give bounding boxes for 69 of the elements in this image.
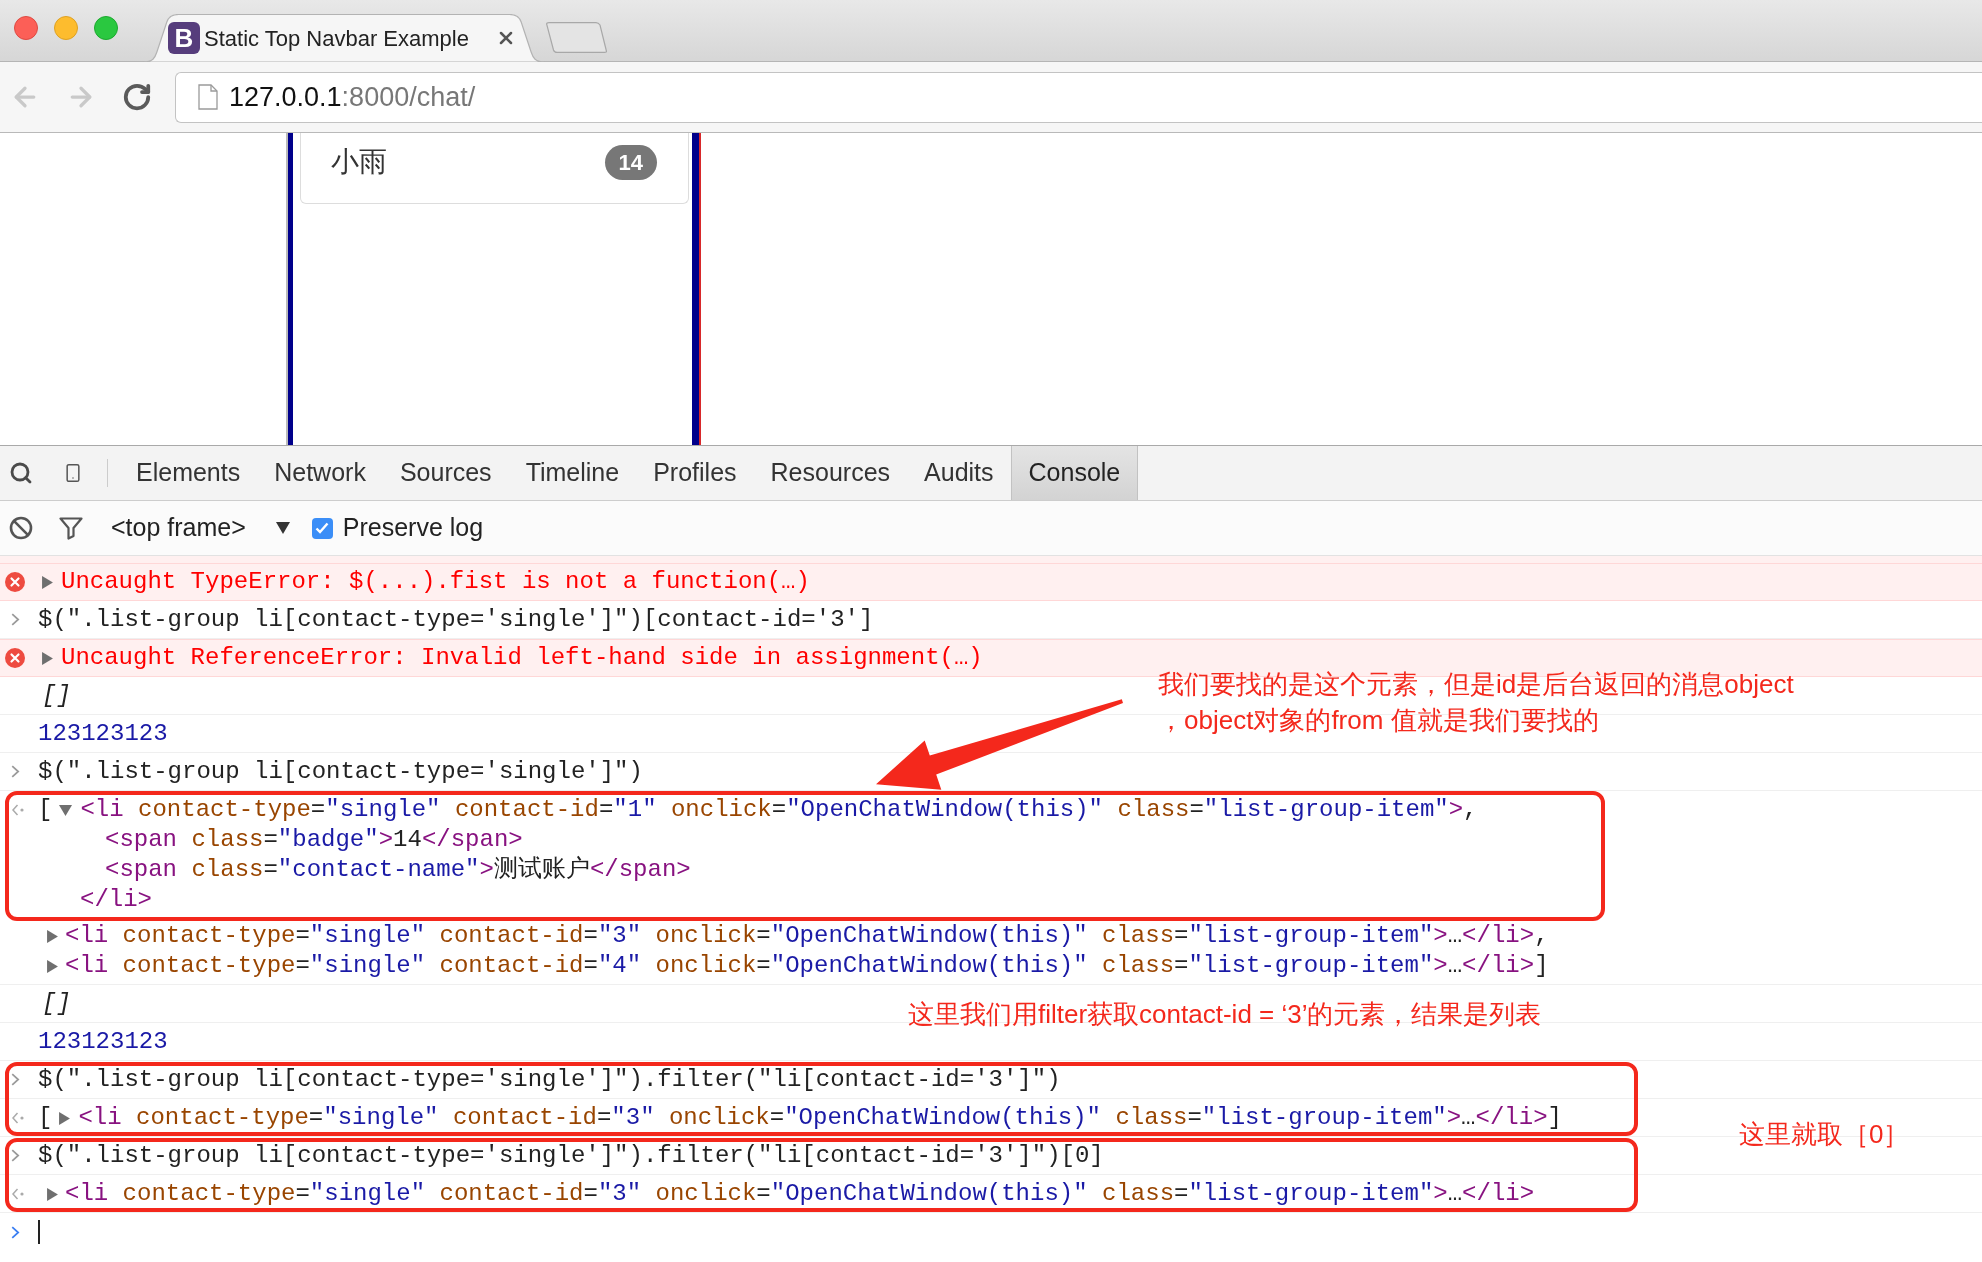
clear-console-button[interactable] xyxy=(9,516,33,540)
preserve-log-label: Preserve log xyxy=(342,512,484,544)
error-message: Uncaught TypeError: $(...).fist is not a function(…) xyxy=(61,568,810,596)
block-icon xyxy=(9,516,33,540)
contact-list-item[interactable]: 小雨 14 xyxy=(300,133,689,204)
child-element-markup: <span class="badge">14</span> xyxy=(105,826,523,854)
error-icon xyxy=(5,648,25,668)
console-command: $(".list-group li[contact-type='single']")[contact-id='3'] xyxy=(38,605,874,634)
preserve-log-checkbox[interactable] xyxy=(311,517,333,539)
search-icon xyxy=(9,461,33,485)
error-icon xyxy=(5,572,25,592)
page-icon xyxy=(198,84,218,110)
devtools-tab[interactable]: Profiles xyxy=(636,446,754,500)
devtools-tab[interactable]: Network xyxy=(257,446,383,500)
prompt-chevron-icon xyxy=(11,765,20,778)
prompt-chevron-icon xyxy=(11,613,20,626)
array-bracket: [ xyxy=(38,796,53,824)
prompt-chevron-icon xyxy=(11,1073,20,1086)
element-markup: <li contact-type="single" contact-id="3" onclick="OpenChatWindow(this)" class="list-group-item">…</li>] xyxy=(78,1104,1562,1132)
filter-button[interactable] xyxy=(59,516,83,540)
annotation-note: 我们要找的是这个元素，但是id是后台返回的消息object ，object对象的from 值就是我们要找的 xyxy=(1158,668,1794,737)
result-chevron-icon xyxy=(12,1188,24,1200)
annotation-note: 这里我们用filter获取contact-id = ‘3’的元素，结果是列表 xyxy=(908,998,1542,1031)
empty-array-output: [] xyxy=(42,681,71,710)
favicon-logo: B xyxy=(168,22,200,54)
devtools-tab[interactable]: Elements xyxy=(119,446,258,500)
check-icon xyxy=(315,522,330,534)
devtools-tab[interactable]: Console xyxy=(1010,446,1139,500)
devtools-tab[interactable]: Timeline xyxy=(508,446,637,500)
result-chevron-icon xyxy=(12,1112,24,1124)
right-triangle-icon[interactable] xyxy=(42,575,53,589)
prompt-chevron-icon xyxy=(11,1225,20,1239)
down-triangle-icon[interactable] xyxy=(59,804,73,816)
devtools-tab[interactable]: Resources xyxy=(753,446,908,500)
caret-icon xyxy=(275,522,290,534)
url-text: 127.0.0.1:8000/chat/ xyxy=(229,80,476,114)
annotation-note: 这里就取［0］ xyxy=(1739,1118,1910,1151)
devtools-tab[interactable]: Audits xyxy=(907,446,1011,500)
address-bar[interactable]: 127.0.0.1:8000/chat/ xyxy=(175,71,1982,123)
empty-array-output: [] xyxy=(42,989,71,1018)
console-command: $(".list-group li[contact-type='single']").filter("li[contact-id='3']") xyxy=(38,1065,1061,1094)
right-triangle-icon[interactable] xyxy=(42,651,53,665)
array-bracket: [ xyxy=(38,1104,53,1132)
element-markup: <li contact-type="single" contact-id="3" onclick="OpenChatWindow(this)" class="list-group-item">…</li>, xyxy=(65,922,1549,950)
text-cursor-icon xyxy=(38,1220,40,1244)
right-triangle-icon[interactable] xyxy=(47,1187,58,1201)
prompt-chevron-icon xyxy=(11,1149,20,1162)
filter-icon xyxy=(59,516,83,540)
reload-icon xyxy=(122,82,152,112)
child-element-markup: <span class="contact-name">测试账户</span> xyxy=(105,856,691,884)
right-triangle-icon[interactable] xyxy=(47,959,58,973)
devtools-tab[interactable]: Sources xyxy=(382,446,509,500)
element-markup: <li contact-type="single" contact-id="1" onclick="OpenChatWindow(this)" class="list-group-item">, xyxy=(80,796,1478,824)
right-triangle-icon[interactable] xyxy=(47,929,58,943)
closing-tag: </li> xyxy=(80,886,152,914)
tab-title: Static Top Navbar Example xyxy=(204,24,469,53)
error-message: Uncaught ReferenceError: Invalid left-hand side in assignment(…) xyxy=(61,644,983,672)
result-chevron-icon xyxy=(12,804,24,816)
unread-badge: 14 xyxy=(604,144,657,180)
close-window-button[interactable] xyxy=(14,16,38,40)
right-triangle-icon[interactable] xyxy=(59,1111,71,1125)
element-markup: <li contact-type="single" contact-id="4" onclick="OpenChatWindow(this)" class="list-group-item">…</li>] xyxy=(65,952,1549,980)
console-command: $(".list-group li[contact-type='single']").filter("li[contact-id='3']")[0] xyxy=(38,1141,1104,1170)
contact-name: 小雨 xyxy=(331,145,387,179)
number-output: 123123123 xyxy=(38,1027,168,1056)
element-markup: <li contact-type="single" contact-id="3" onclick="OpenChatWindow(this)" class="list-group-item">…</li> xyxy=(65,1180,1535,1208)
frame-select[interactable]: <top frame> xyxy=(111,509,290,547)
console-command: $(".list-group li[contact-type='single']") xyxy=(38,757,643,786)
number-output: 123123123 xyxy=(38,719,168,748)
